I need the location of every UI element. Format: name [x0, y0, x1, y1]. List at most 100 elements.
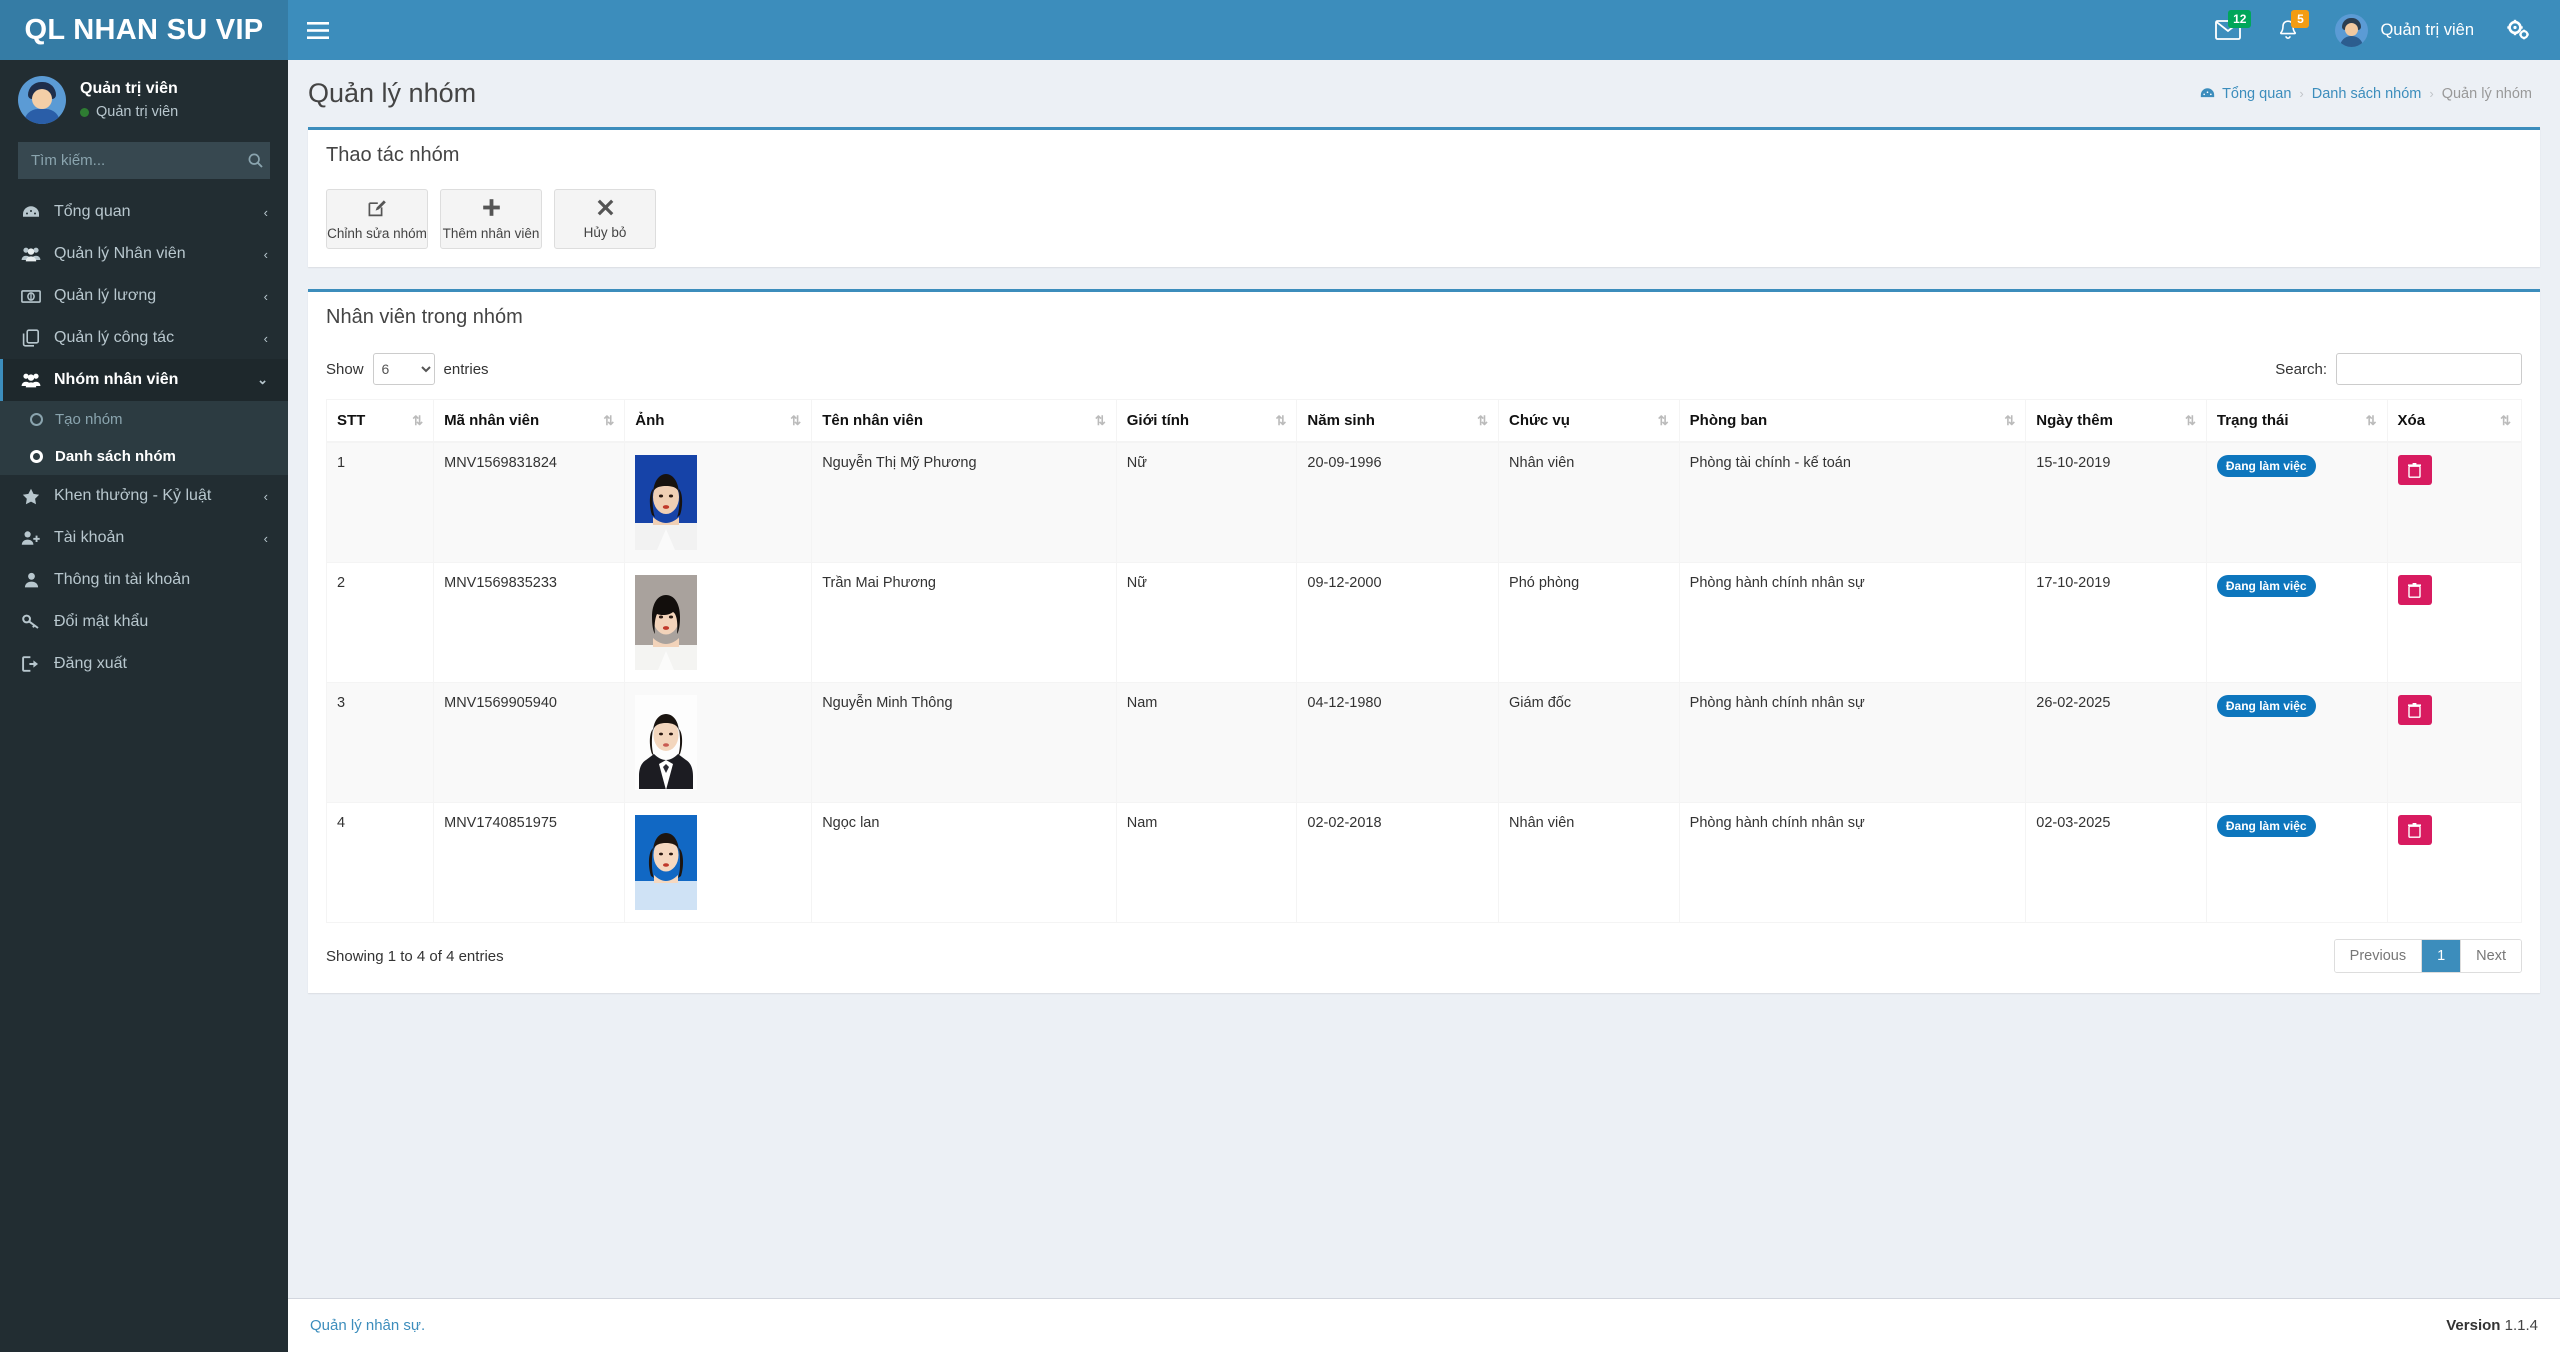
notifications-menu[interactable]: 5 — [2259, 0, 2317, 60]
pagination-previous[interactable]: Previous — [2334, 940, 2423, 972]
cell-ngay-them: 15-10-2019 — [2025, 441, 2207, 563]
avatar — [18, 76, 66, 124]
money-icon — [21, 289, 41, 303]
cell-xoa — [2386, 441, 2523, 563]
sidebar-subitem-label: Danh sách nhóm — [55, 448, 176, 465]
pagination: Previous 1 Next — [2333, 939, 2522, 973]
search-icon[interactable] — [242, 143, 269, 178]
sidebar-item-dang-xuat[interactable]: Đăng xuất — [0, 643, 288, 685]
copy-icon — [21, 329, 41, 347]
search-input[interactable] — [19, 143, 242, 178]
brand-logo[interactable]: QL NHAN SU VIP — [0, 0, 288, 60]
cell-chuc-vu: Nhân viên — [1498, 441, 1680, 563]
col-header-chuc-vu[interactable]: Chức vụ ⇅ — [1498, 399, 1680, 443]
col-header-nam-sinh[interactable]: Năm sinh ⇅ — [1296, 399, 1500, 443]
cell-ten-nhan-vien: Nguyễn Thị Mỹ Phương — [811, 441, 1117, 563]
cell-chuc-vu: Phó phòng — [1498, 562, 1680, 683]
edit-pencil-icon — [368, 198, 387, 220]
breadcrumb: Tổng quan › Danh sách nhóm › Quản lý nhó… — [2200, 86, 2532, 102]
footer-link[interactable]: Quản lý nhân sự. — [310, 1317, 425, 1334]
sidebar-item-quan-ly-nhan-vien[interactable]: Quản lý Nhân viên ‹ — [0, 233, 288, 275]
sidebar-item-tai-khoan[interactable]: Tài khoản ‹ — [0, 517, 288, 559]
button-label: Chỉnh sửa nhóm — [327, 225, 427, 241]
sidebar-item-thong-tin-tai-khoan[interactable]: Thông tin tài khoản — [0, 559, 288, 601]
col-header-trang-thai[interactable]: Trạng thái ⇅ — [2205, 399, 2388, 443]
messages-menu[interactable]: 12 — [2197, 0, 2259, 60]
sidebar-item-label: Quản lý Nhân viên — [54, 245, 186, 262]
delete-row-button[interactable] — [2397, 455, 2432, 485]
notifications-badge: 5 — [2291, 10, 2310, 28]
col-header-stt[interactable]: STT ⇅ — [325, 399, 435, 443]
page-size-select[interactable]: 6 10 25 50 100 — [372, 353, 435, 385]
cell-trang-thai: Đang làm việc — [2205, 802, 2388, 923]
version-label: Version — [2446, 1317, 2501, 1334]
table-search-control: Search: — [2275, 353, 2522, 385]
col-header-anh[interactable]: Ảnh ⇅ — [624, 399, 813, 443]
user-menu[interactable]: Quản trị viên — [2317, 0, 2492, 60]
sort-icon: ⇅ — [1477, 412, 1489, 428]
col-header-ma-nhan-vien[interactable]: Mã nhân viên ⇅ — [433, 399, 626, 443]
edit-group-button[interactable]: Chỉnh sửa nhóm — [326, 189, 428, 249]
show-label: Show — [326, 360, 364, 378]
col-header-xoa[interactable]: Xóa ⇅ — [2386, 399, 2523, 443]
gears-icon[interactable] — [2492, 0, 2548, 60]
sidebar-item-label: Đăng xuất — [54, 655, 127, 672]
sidebar-user-status-label: Quản trị viên — [96, 104, 179, 120]
sidebar-item-quan-ly-luong[interactable]: Quản lý lương ‹ — [0, 275, 288, 317]
cell-ngay-them: 26-02-2025 — [2025, 682, 2207, 803]
cell-stt: 2 — [325, 562, 435, 683]
delete-row-button[interactable] — [2397, 695, 2432, 725]
sidebar-item-label: Đổi mật khẩu — [54, 613, 149, 630]
table-search-input[interactable] — [2336, 353, 2522, 385]
button-label: Hủy bỏ — [583, 224, 627, 240]
employees-table: STT ⇅ Mã nhân viên ⇅ Ảnh ⇅ Tên nhân viên ⇅ G… — [325, 399, 2523, 923]
circle-o-icon — [30, 413, 43, 426]
employee-photo — [635, 575, 698, 670]
sidebar-search — [0, 142, 288, 191]
hamburger-icon[interactable] — [288, 0, 348, 60]
messages-badge: 12 — [2228, 10, 2252, 28]
breadcrumb-item-tong-quan[interactable]: Tổng quan — [2200, 86, 2291, 102]
sort-icon: ⇅ — [2004, 412, 2016, 428]
col-header-ten-nhan-vien[interactable]: Tên nhân viên ⇅ — [811, 399, 1117, 443]
col-header-phong-ban[interactable]: Phòng ban ⇅ — [1678, 399, 2027, 443]
employees-table-header: Nhân viên trong nhóm — [308, 292, 2540, 337]
cancel-button[interactable]: Hủy bỏ — [554, 189, 656, 249]
sidebar-item-doi-mat-khau[interactable]: Đổi mật khẩu — [0, 601, 288, 643]
cell-phong-ban: Phòng hành chính nhân sự — [1678, 682, 2027, 803]
cell-anh — [624, 802, 813, 923]
chevron-down-icon: ⌄ — [257, 372, 268, 387]
trash-icon — [2408, 462, 2422, 478]
employee-photo — [635, 815, 698, 910]
sidebar-item-tong-quan[interactable]: Tổng quan ‹ — [0, 191, 288, 233]
cell-anh — [624, 682, 813, 803]
sort-icon: ⇅ — [1657, 412, 1669, 428]
sidebar-subitem-tao-nhom[interactable]: Tạo nhóm — [0, 401, 288, 438]
user-menu-label: Quản trị viên — [2380, 20, 2474, 39]
cell-xoa — [2386, 562, 2523, 683]
page-footer: Quản lý nhân sự. Version 1.1.4 — [288, 1298, 2560, 1352]
cell-gioi-tinh: Nam — [1115, 802, 1298, 923]
sidebar-subitem-danh-sach-nhom[interactable]: Danh sách nhóm — [0, 438, 288, 475]
cell-nam-sinh: 04-12-1980 — [1296, 682, 1500, 803]
sidebar-item-khen-thuong-ky-luat[interactable]: Khen thưởng - Kỷ luật ‹ — [0, 475, 288, 517]
sidebar-item-label: Thông tin tài khoản — [54, 571, 191, 588]
sidebar-user-panel[interactable]: Quản trị viên Quản trị viên — [0, 60, 288, 142]
cell-trang-thai: Đang làm việc — [2205, 682, 2388, 803]
delete-row-button[interactable] — [2397, 575, 2432, 605]
cell-gioi-tinh: Nữ — [1115, 441, 1298, 563]
breadcrumb-item-danh-sach-nhom[interactable]: Danh sách nhóm — [2312, 86, 2422, 102]
sidebar-item-label: Quản lý công tác — [54, 329, 175, 346]
breadcrumb-label: Danh sách nhóm — [2311, 85, 2422, 102]
cell-ngay-them: 17-10-2019 — [2025, 562, 2207, 683]
plus-icon — [482, 198, 501, 220]
sidebar-item-quan-ly-cong-tac[interactable]: Quản lý công tác ‹ — [0, 317, 288, 359]
pagination-next[interactable]: Next — [2461, 940, 2521, 972]
add-employee-button[interactable]: Thêm nhân viên — [440, 189, 542, 249]
sidebar-item-nhom-nhan-vien[interactable]: Nhóm nhân viên ⌄ Tạo nhóm Danh sách nhóm — [0, 359, 288, 475]
delete-row-button[interactable] — [2397, 815, 2432, 845]
pagination-page-1[interactable]: 1 — [2422, 940, 2462, 972]
col-header-gioi-tinh[interactable]: Giới tính ⇅ — [1115, 399, 1298, 443]
sidebar-menu: Tổng quan ‹ Quản lý Nhân viên ‹ Quản lý … — [0, 191, 288, 685]
col-header-ngay-them[interactable]: Ngày thêm ⇅ — [2025, 399, 2207, 443]
